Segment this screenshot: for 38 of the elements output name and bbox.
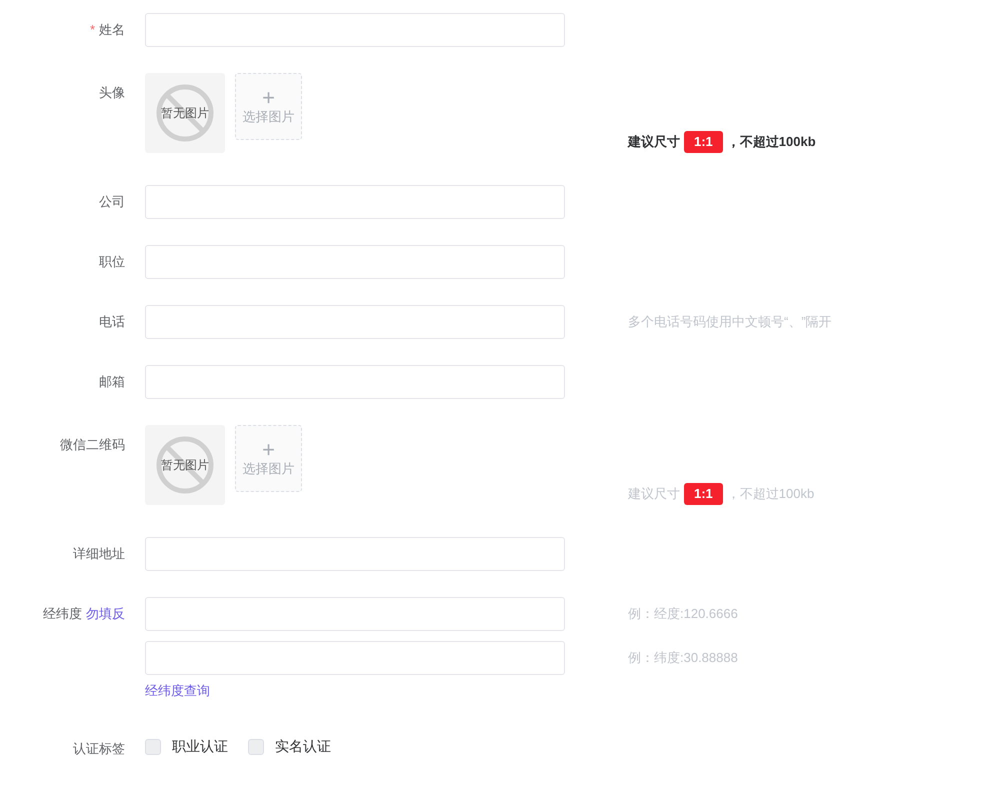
hint-text: 多个电话号码使用中文顿号“、”隔开: [628, 313, 832, 331]
required-mark: *: [90, 22, 95, 37]
field-label: 微信二维码: [60, 437, 125, 452]
field-label: 公司: [99, 194, 125, 209]
text-field[interactable]: [145, 537, 565, 571]
hint-text: 建议尺寸: [628, 485, 680, 503]
checkbox[interactable]: [145, 739, 161, 755]
text-field[interactable]: [145, 13, 565, 47]
text-field[interactable]: [145, 641, 565, 675]
hint-text: 例：经度:120.6666: [628, 605, 739, 623]
checkbox[interactable]: [248, 739, 264, 755]
placeholder-text: 暂无图片: [161, 456, 209, 474]
no-image-icon: [156, 84, 214, 142]
field-label: 头像: [99, 85, 125, 100]
hint-text: 例：纬度:30.88888: [628, 649, 739, 667]
hint-text: ，不超过100kb: [726, 485, 814, 503]
checkbox-label: 职业认证: [172, 738, 228, 756]
placeholder-text: 暂无图片: [161, 104, 209, 122]
field-label: 电话: [99, 314, 125, 329]
field-label: 邮箱: [99, 374, 125, 389]
hint-text: 建议尺寸: [628, 133, 680, 151]
field-label: 经纬度: [43, 606, 82, 621]
field-label: 详细地址: [73, 546, 125, 561]
ratio-badge: 1:1: [684, 131, 723, 153]
ratio-badge: 1:1: [684, 483, 723, 505]
text-field[interactable]: [145, 365, 565, 399]
text-field[interactable]: [145, 185, 565, 219]
field-label: 姓名: [99, 22, 125, 37]
field-label: 认证标签: [73, 741, 125, 756]
hint-text: ，不超过100kb: [726, 133, 816, 151]
field-label: 职位: [99, 254, 125, 269]
text-field[interactable]: [145, 597, 565, 631]
text-field[interactable]: [145, 305, 565, 339]
text-field[interactable]: [145, 245, 565, 279]
checkbox-label: 实名认证: [275, 738, 331, 756]
label-link[interactable]: 勿填反: [86, 606, 125, 621]
lookup-link[interactable]: 经纬度查询: [145, 681, 988, 701]
no-image-icon: [156, 436, 214, 494]
